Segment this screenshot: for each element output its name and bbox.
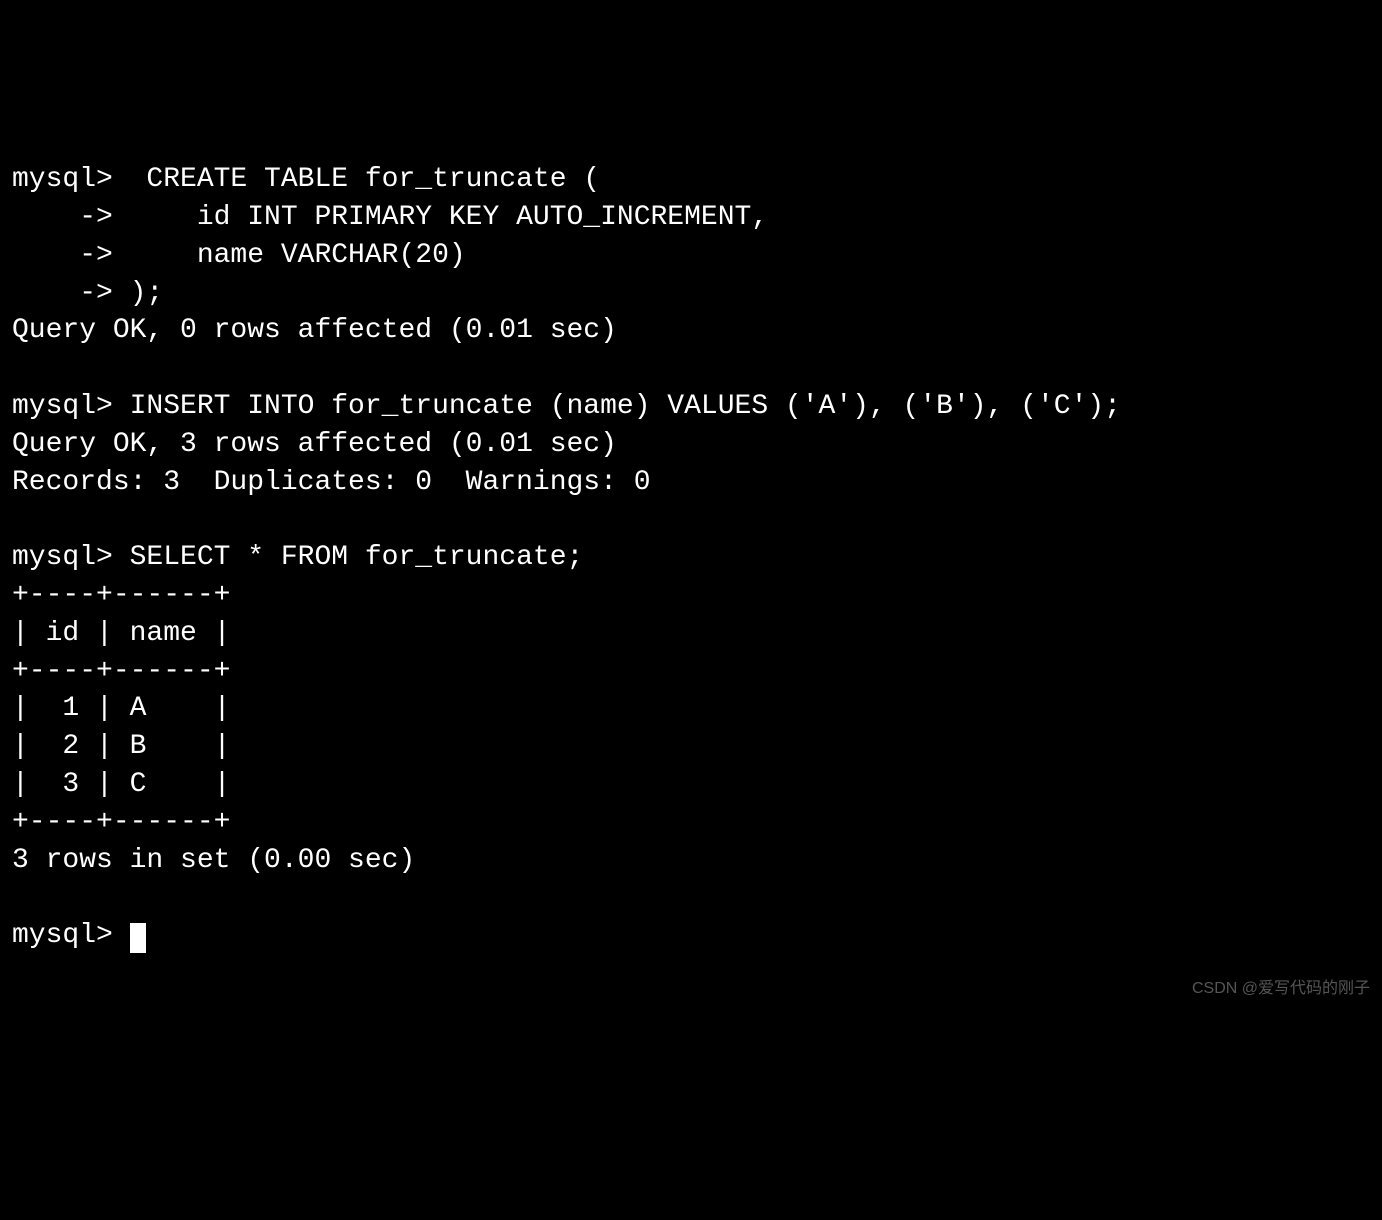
terminal-line: 3 rows in set (0.00 sec) (12, 845, 415, 876)
terminal-line: mysql> CREATE TABLE for_truncate ( (12, 164, 600, 195)
terminal-line: Query OK, 0 rows affected (0.01 sec) (12, 315, 617, 346)
terminal-line: -> ); (12, 278, 163, 309)
terminal-line: | 3 | C | (12, 769, 230, 800)
terminal-line: -> name VARCHAR(20) (12, 240, 466, 271)
cursor-icon (130, 923, 146, 953)
terminal-line: Query OK, 3 rows affected (0.01 sec) (12, 429, 617, 460)
terminal-line: +----+------+ (12, 580, 230, 611)
terminal-line: | id | name | (12, 618, 230, 649)
watermark-text: CSDN @爱写代码的刚子 (1192, 978, 1370, 1000)
terminal-line: mysql> INSERT INTO for_truncate (name) V… (12, 391, 1121, 422)
terminal-output[interactable]: mysql> CREATE TABLE for_truncate ( -> id… (12, 161, 1370, 955)
terminal-line: +----+------+ (12, 807, 230, 838)
terminal-line: | 2 | B | (12, 731, 230, 762)
terminal-prompt: mysql> (12, 920, 130, 951)
terminal-line: mysql> SELECT * FROM for_truncate; (12, 542, 583, 573)
terminal-line: +----+------+ (12, 656, 230, 687)
terminal-line: Records: 3 Duplicates: 0 Warnings: 0 (12, 467, 651, 498)
terminal-line: -> id INT PRIMARY KEY AUTO_INCREMENT, (12, 202, 768, 233)
terminal-line: | 1 | A | (12, 693, 230, 724)
